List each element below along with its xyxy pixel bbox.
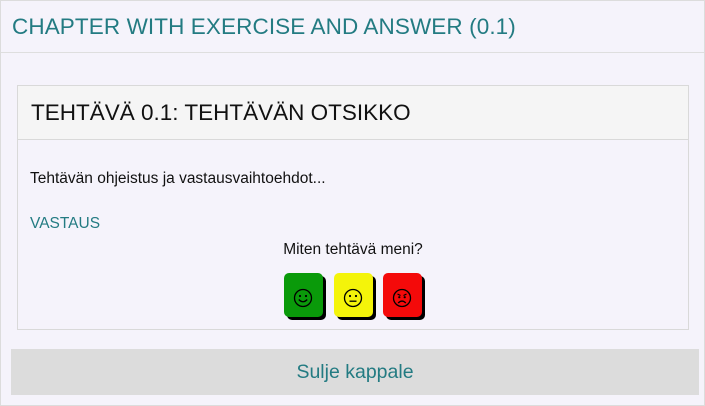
smiley-neutral-icon — [343, 288, 363, 308]
feedback-question: Miten tehtävä meni? — [283, 241, 423, 258]
answer-link[interactable]: VASTAUS — [30, 215, 100, 233]
exercise-instructions: Tehtävän ohjeistus ja vastausvaihtoehdot… — [30, 170, 326, 187]
close-chapter-button[interactable]: Sulje kappale — [11, 349, 699, 395]
exercise-card: TEHTÄVÄ 0.1: TEHTÄVÄN OTSIKKO Tehtävän o… — [17, 85, 689, 330]
chapter-panel: CHAPTER WITH EXERCISE AND ANSWER (0.1) T… — [0, 0, 705, 406]
close-chapter-label: Sulje kappale — [296, 361, 414, 383]
rating-good-button[interactable] — [284, 273, 323, 317]
smiley-angry-icon — [392, 288, 412, 308]
chapter-header: CHAPTER WITH EXERCISE AND ANSWER (0.1) — [1, 1, 704, 53]
rating-bad-button[interactable] — [383, 273, 422, 317]
rating-neutral-button[interactable] — [334, 273, 373, 317]
exercise-header: TEHTÄVÄ 0.1: TEHTÄVÄN OTSIKKO — [18, 86, 688, 140]
smiley-happy-icon — [293, 288, 313, 308]
chapter-title: CHAPTER WITH EXERCISE AND ANSWER (0.1) — [12, 14, 516, 39]
exercise-title: TEHTÄVÄ 0.1: TEHTÄVÄN OTSIKKO — [31, 100, 411, 125]
